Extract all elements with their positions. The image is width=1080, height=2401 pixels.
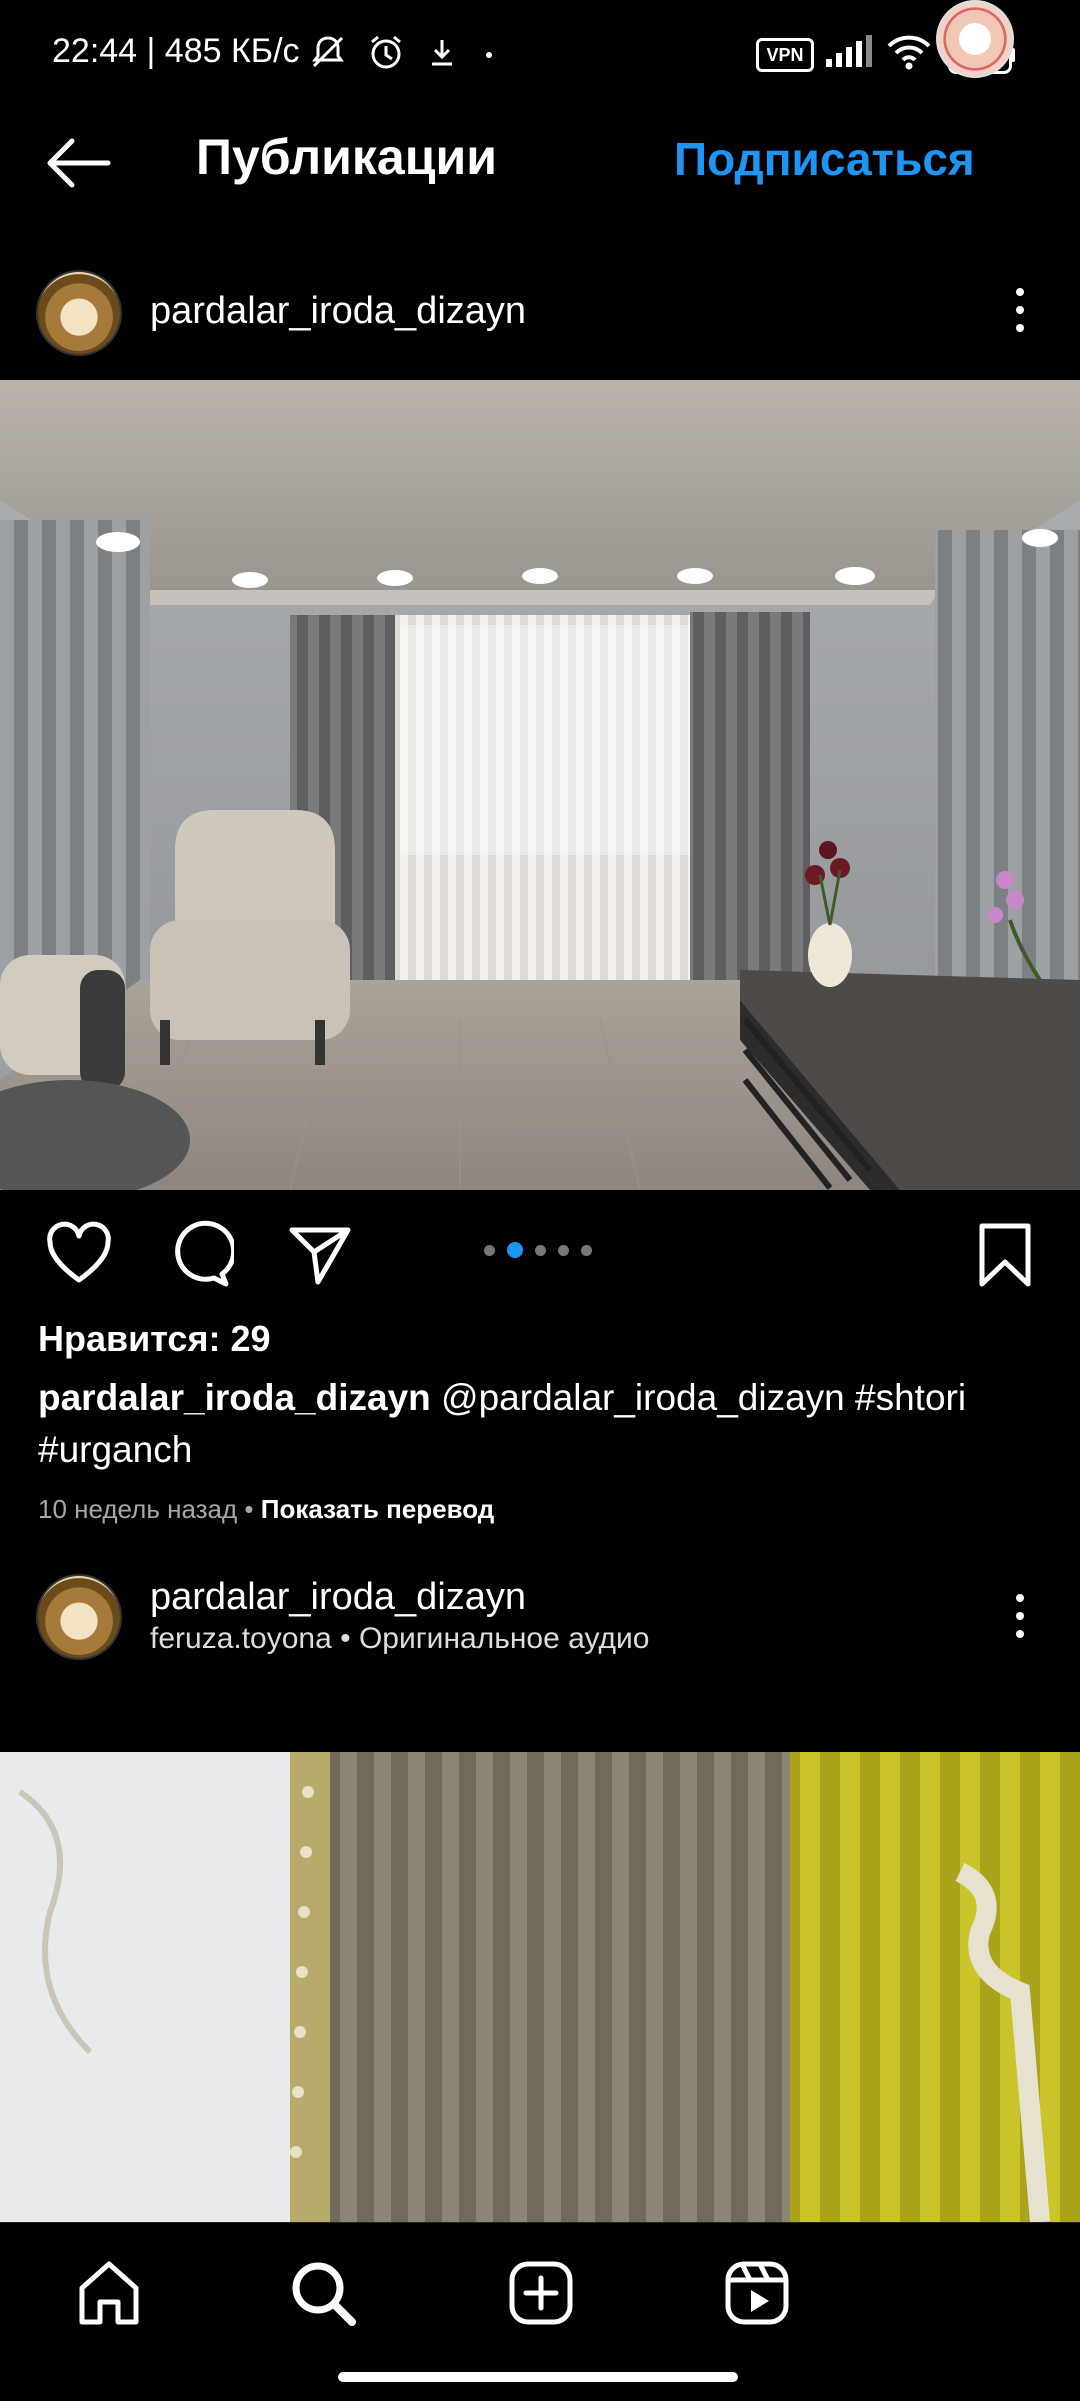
- wifi-icon: [884, 30, 934, 74]
- comment-icon[interactable]: [164, 1220, 237, 1290]
- profile-avatar[interactable]: [936, 0, 1014, 78]
- home-indicator[interactable]: [338, 2372, 738, 2382]
- reel-author-avatar[interactable]: [36, 1574, 122, 1660]
- notification-dot-icon: [486, 52, 492, 58]
- create-icon[interactable]: [504, 2256, 578, 2330]
- back-arrow-icon[interactable]: [38, 130, 118, 196]
- like-heart-icon[interactable]: [44, 1220, 114, 1290]
- carousel-dot: [558, 1244, 569, 1256]
- post-time: 10 недель назад: [38, 1494, 238, 1524]
- status-bar: 22:44 | 485 КБ/с VPN 76: [0, 0, 1080, 110]
- carousel-dot: [484, 1244, 495, 1256]
- carousel-indicator: [484, 1242, 592, 1258]
- reel-video[interactable]: [0, 1752, 1080, 2222]
- search-icon[interactable]: [286, 2256, 360, 2330]
- page-title: Публикации: [196, 129, 497, 185]
- caption-username[interactable]: pardalar_iroda_dizayn: [38, 1377, 431, 1418]
- post-caption: pardalar_iroda_dizayn @pardalar_iroda_di…: [38, 1372, 1038, 1476]
- signal-icon: [824, 30, 874, 74]
- carousel-dot: [581, 1244, 592, 1256]
- share-send-icon[interactable]: [286, 1220, 356, 1290]
- post-author-avatar[interactable]: [36, 270, 122, 356]
- reel-audio[interactable]: feruza.toyona • Оригинальное аудио: [150, 1622, 649, 1656]
- meta-separator: •: [237, 1494, 261, 1524]
- post-photo[interactable]: [0, 380, 1080, 1190]
- post-more-options-icon[interactable]: [1000, 280, 1040, 340]
- home-icon[interactable]: [72, 2256, 146, 2330]
- show-translation-link[interactable]: Показать перевод: [261, 1494, 495, 1524]
- download-icon: [420, 30, 464, 74]
- post-meta: 10 недель назад • Показать перевод: [38, 1494, 494, 1525]
- follow-button[interactable]: Подписаться: [674, 132, 975, 186]
- vpn-badge: VPN: [756, 38, 814, 72]
- alarm-icon: [364, 30, 408, 74]
- reel-username[interactable]: pardalar_iroda_dizayn: [150, 1576, 526, 1619]
- carousel-dot: [507, 1242, 523, 1258]
- reels-icon[interactable]: [720, 2256, 794, 2330]
- likes-count[interactable]: Нравится: 29: [38, 1318, 271, 1360]
- status-time-speed: 22:44 | 485 КБ/с: [52, 32, 300, 70]
- save-bookmark-icon[interactable]: [970, 1220, 1040, 1290]
- carousel-dot: [535, 1244, 546, 1256]
- reel-more-options-icon[interactable]: [1000, 1586, 1040, 1646]
- muted-bell-icon: [306, 30, 350, 74]
- post-username[interactable]: pardalar_iroda_dizayn: [150, 290, 526, 333]
